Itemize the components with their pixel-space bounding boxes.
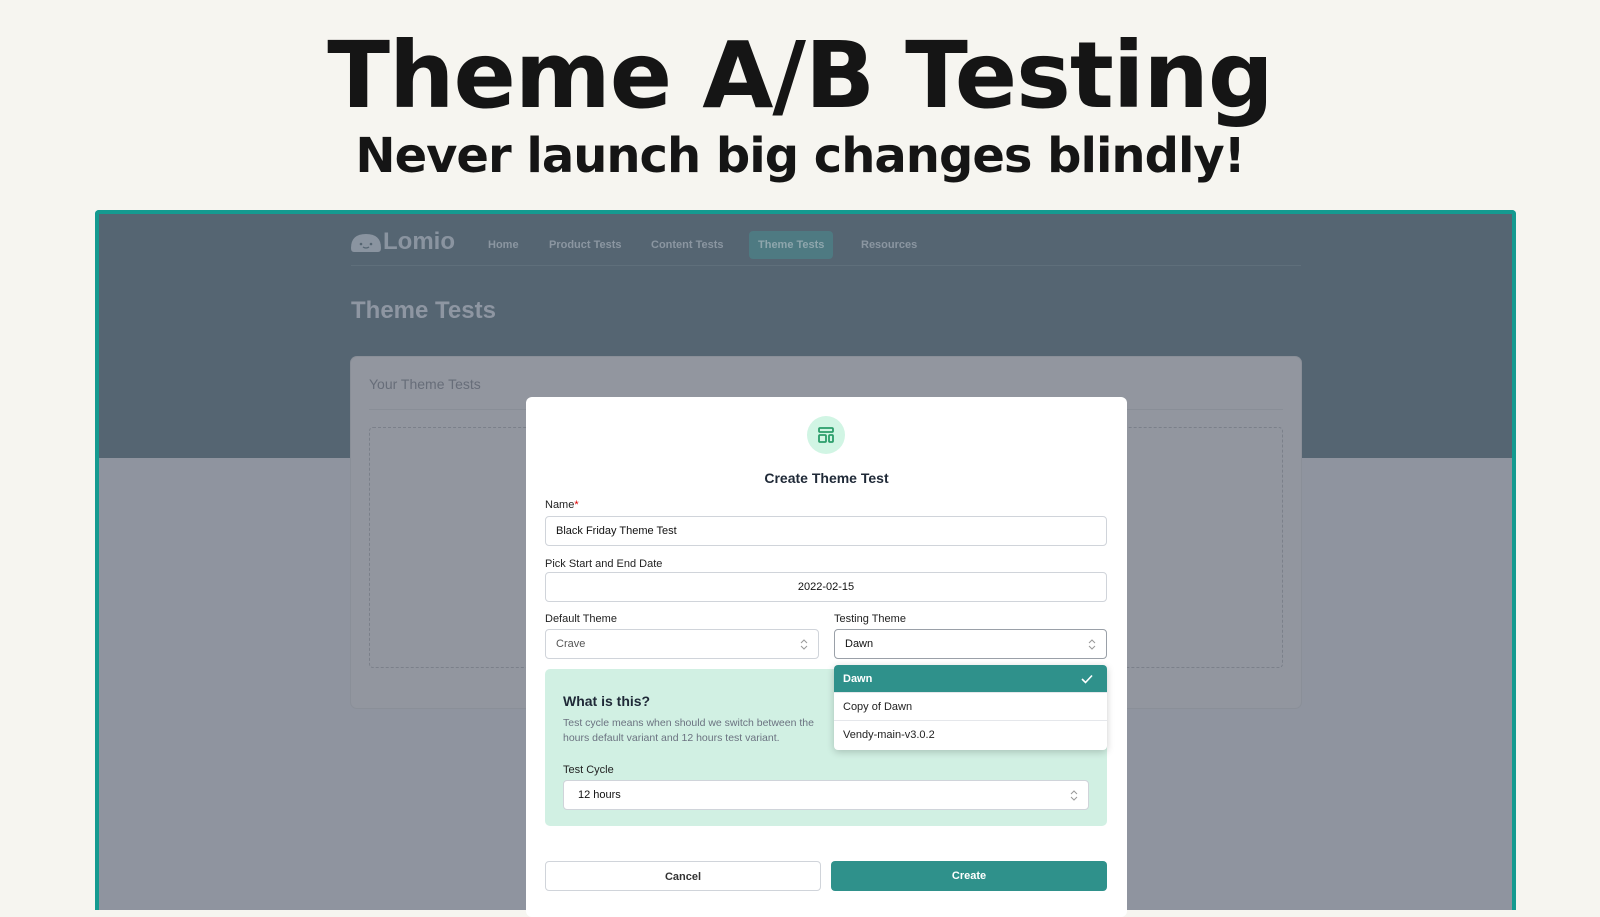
nav-product-tests[interactable]: Product Tests [540,231,631,259]
nav-theme-tests[interactable]: Theme Tests [749,231,834,259]
chevron-updown-icon [1088,639,1096,650]
name-input[interactable]: Black Friday Theme Test [545,516,1107,546]
layout-icon-badge [807,416,845,454]
create-theme-test-modal: Create Theme Test Name* Black Friday The… [526,397,1127,917]
chevron-updown-icon [1070,790,1078,801]
info-text-2: hours default variant and 12 hours test … [563,732,780,744]
date-range-input[interactable]: 2022-02-15 [545,572,1107,602]
option-dawn[interactable]: Dawn [834,665,1107,693]
hero-subtitle: Never launch big changes blindly! [355,128,1245,184]
date-label: Pick Start and End Date [545,558,663,570]
nav-divider [351,265,1301,266]
check-icon [1081,674,1093,684]
name-label-text: Name [545,499,575,511]
nav-home[interactable]: Home [479,231,528,259]
info-title: What is this? [563,693,651,709]
default-theme-select[interactable]: Crave [545,629,819,659]
create-button[interactable]: Create [831,861,1107,891]
testing-theme-dropdown: Dawn Copy of Dawn Vendy-main-v3.0.2 [834,665,1107,750]
logo-text: Lomio [383,228,455,255]
required-mark: * [574,499,579,511]
test-cycle-value: 12 hours [578,789,621,801]
nav-resources[interactable]: Resources [852,231,926,259]
info-text-1: Test cycle means when should we switch b… [563,717,814,729]
layout-icon [818,427,834,443]
chevron-updown-icon [800,639,808,650]
modal-title: Create Theme Test [764,470,889,486]
hero-title: Theme A/B Testing [327,22,1273,129]
card-title: Your Theme Tests [369,376,481,392]
name-label: Name* [545,499,579,511]
test-cycle-select[interactable]: 12 hours [563,780,1089,810]
testing-theme-select[interactable]: Dawn [834,629,1107,659]
default-theme-label: Default Theme [545,613,617,625]
cloud-face-icon [351,234,381,252]
default-theme-value: Crave [556,638,586,650]
testing-theme-value: Dawn [845,638,874,650]
test-cycle-label: Test Cycle [563,764,614,776]
option-label: Dawn [843,673,873,685]
cancel-button[interactable]: Cancel [545,861,821,891]
option-copy-of-dawn[interactable]: Copy of Dawn [834,693,1107,721]
option-vendy-main[interactable]: Vendy-main-v3.0.2 [834,721,1107,749]
nav-content-tests[interactable]: Content Tests [642,231,733,259]
logo[interactable]: Lomio [351,228,455,256]
page-title: Theme Tests [351,297,496,324]
testing-theme-label: Testing Theme [834,613,906,625]
